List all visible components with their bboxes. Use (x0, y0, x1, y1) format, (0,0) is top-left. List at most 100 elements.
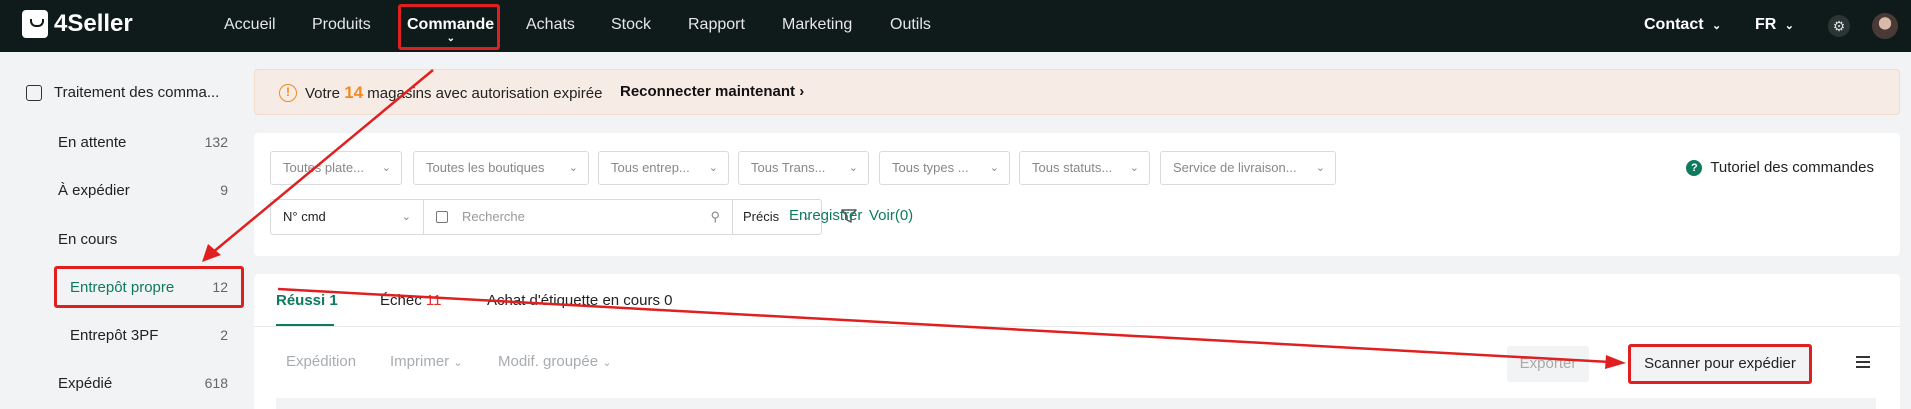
sidebar-section-label: Traitement des comma... (54, 84, 220, 101)
view-saved-link[interactable]: Voir(0) (869, 207, 913, 224)
search-icon[interactable]: ⚲ (710, 200, 720, 234)
filter-label: Tous types ... (892, 160, 969, 175)
app-logo[interactable]: 4Seller (22, 10, 133, 38)
filter-label: Tous Trans... (751, 160, 826, 175)
nav-outils[interactable]: Outils (890, 0, 931, 52)
sidebar-item-count: 132 (204, 134, 228, 150)
match-mode-value: Précis (743, 209, 780, 224)
warning-icon: ! (279, 84, 297, 102)
bulk-edit-label: Modif. groupée (498, 353, 599, 370)
chevron-down-icon: ⌄ (446, 33, 455, 44)
table-header (276, 398, 1876, 409)
tab-count: 11 (425, 292, 442, 309)
contact-label: Contact (1644, 16, 1704, 33)
sidebar-item-label: Expédié (58, 375, 113, 392)
sidebar-item-in-progress[interactable]: En cours (58, 231, 228, 248)
authorization-warning-banner: ! Votre 14 magasins avec autorisation ex… (254, 69, 1900, 115)
search-input[interactable]: Recherche ⚲ (423, 199, 733, 235)
platform-filter[interactable]: Toutes plate... ⌄ (270, 151, 402, 185)
chevron-down-icon: ⌄ (989, 162, 999, 174)
sidebar-item-count: 12 (212, 279, 228, 295)
delivery-service-filter[interactable]: Service de livraison... ⌄ (1160, 151, 1336, 185)
chevron-down-icon: ⌄ (848, 162, 858, 174)
chevron-down-icon: ⌄ (381, 162, 391, 174)
sidebar: Traitement des comma... En attente 132 À… (0, 52, 248, 409)
sidebar-item-own-warehouse[interactable]: Entrepôt propre 12 (70, 279, 228, 296)
sidebar-item-pending[interactable]: En attente 132 (58, 134, 228, 151)
chevron-down-icon: ⌄ (602, 357, 612, 369)
tabs-divider (254, 326, 1900, 327)
chevron-down-icon: ⌄ (568, 162, 578, 174)
chevron-down-icon: ⌄ (1712, 20, 1722, 32)
print-menu[interactable]: Imprimer ⌄ (390, 353, 463, 370)
tab-label: Réussi (276, 292, 326, 309)
nav-achats[interactable]: Achats (526, 0, 575, 52)
search-placeholder: Recherche (462, 209, 525, 224)
shipment-action[interactable]: Expédition (286, 353, 356, 370)
nav-accueil[interactable]: Accueil (224, 0, 276, 52)
sidebar-item-3pf-warehouse[interactable]: Entrepôt 3PF 2 (70, 327, 228, 344)
gear-icon[interactable]: ⚙ (1828, 15, 1850, 37)
search-type-select[interactable]: N° cmd ⌄ (270, 199, 424, 235)
nav-marketing[interactable]: Marketing (782, 0, 852, 52)
banner-prefix: Votre (305, 85, 341, 102)
sidebar-item-label: En cours (58, 231, 118, 248)
expired-store-count: 14 (344, 83, 364, 102)
export-button[interactable]: Exporter (1507, 346, 1589, 382)
sidebar-item-label: En attente (58, 134, 127, 151)
nav-rapport[interactable]: Rapport (688, 0, 745, 52)
filter-panel: Toutes plate... ⌄ Toutes les boutiques ⌄ T… (254, 133, 1900, 256)
sidebar-item-count: 2 (220, 327, 228, 343)
results-panel: Réussi 1 Échec 11 Achat d'étiquette en c… (254, 274, 1900, 409)
sidebar-item-label: Entrepôt 3PF (70, 327, 159, 344)
sidebar-section-order-processing[interactable]: Traitement des comma... (26, 84, 219, 101)
save-search-link[interactable]: Enregistrer (789, 207, 862, 224)
tab-label: Échec (380, 292, 422, 309)
tab-failed[interactable]: Échec 11 (380, 292, 441, 309)
warehouse-filter[interactable]: Tous entrep... ⌄ (598, 151, 729, 185)
contact-menu[interactable]: Contact ⌄ (1644, 0, 1721, 52)
store-filter[interactable]: Toutes les boutiques ⌄ (413, 151, 589, 185)
nav-commande[interactable]: Commande ⌄ (407, 0, 494, 52)
chevron-down-icon: ⌄ (1129, 162, 1139, 174)
filter-label: Service de livraison... (1173, 160, 1297, 175)
tab-label: Achat d'étiquette en cours (487, 292, 660, 309)
order-tutorial-link[interactable]: ? Tutoriel des commandes (1686, 159, 1874, 176)
banner-message: Votre 14 magasins avec autorisation expi… (305, 83, 602, 103)
status-filter[interactable]: Tous statuts... ⌄ (1019, 151, 1150, 185)
language-label: FR (1755, 16, 1777, 33)
tab-label-purchase-in-progress[interactable]: Achat d'étiquette en cours 0 (487, 292, 673, 309)
sidebar-item-to-ship[interactable]: À expédier 9 (58, 182, 228, 199)
clipboard-icon (26, 84, 42, 101)
sidebar-item-shipped[interactable]: Expédié 618 (58, 375, 228, 392)
chevron-down-icon: ⌄ (453, 357, 463, 369)
nav-stock[interactable]: Stock (611, 0, 651, 52)
tab-count: 1 (329, 292, 338, 309)
tab-success[interactable]: Réussi 1 (276, 292, 338, 309)
filter-label: Toutes les boutiques (426, 160, 545, 175)
column-settings-icon[interactable] (1856, 356, 1870, 368)
avatar[interactable] (1872, 13, 1898, 39)
nav-commande-label: Commande (407, 16, 495, 33)
nav-produits[interactable]: Produits (312, 0, 371, 52)
carrier-filter[interactable]: Tous Trans... ⌄ (738, 151, 869, 185)
language-menu[interactable]: FR ⌄ (1755, 0, 1794, 52)
filter-label: Tous statuts... (1032, 160, 1113, 175)
filter-label: Toutes plate... (283, 160, 364, 175)
scan-grid-icon (436, 211, 448, 223)
print-label: Imprimer (390, 353, 450, 370)
chevron-down-icon: ⌄ (401, 211, 411, 223)
top-navbar: 4Seller Accueil Produits Commande ⌄ Acha… (0, 0, 1911, 52)
shopping-bag-icon (22, 10, 48, 38)
scan-to-ship-button[interactable]: Scanner pour expédier (1628, 344, 1812, 384)
reconnect-link[interactable]: Reconnecter maintenant › (620, 83, 804, 100)
sidebar-item-label: Entrepôt propre (70, 279, 175, 296)
sidebar-item-count: 9 (220, 182, 228, 198)
help-icon: ? (1686, 159, 1703, 176)
bulk-edit-menu[interactable]: Modif. groupée ⌄ (498, 353, 611, 370)
tutorial-label: Tutoriel des commandes (1710, 159, 1874, 176)
tab-count: 0 (664, 292, 673, 309)
type-filter[interactable]: Tous types ... ⌄ (879, 151, 1010, 185)
chevron-down-icon: ⌄ (708, 162, 718, 174)
banner-suffix: magasins avec autorisation expirée (367, 85, 603, 102)
